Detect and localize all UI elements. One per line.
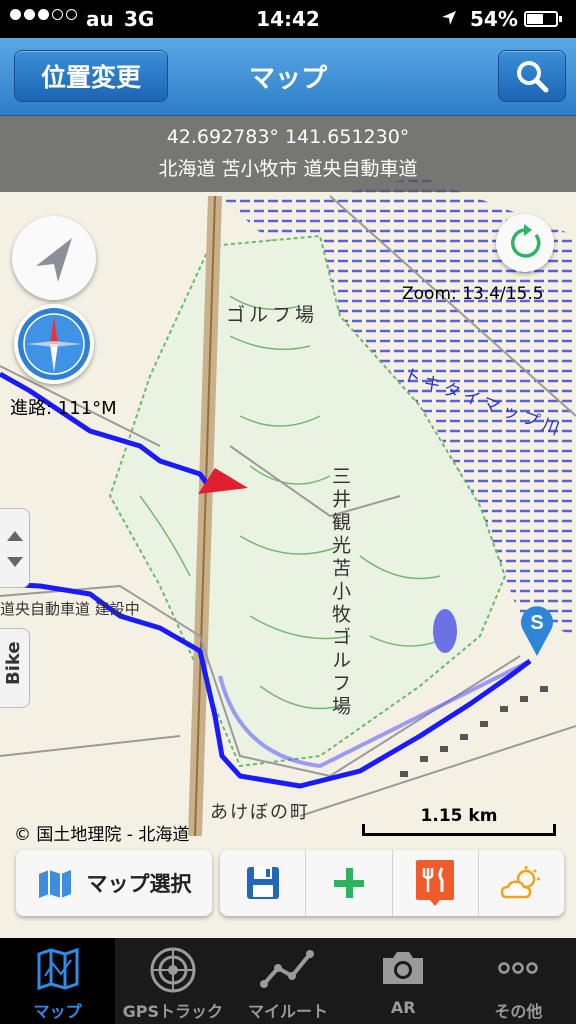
compass-icon [18,308,90,380]
status-bar: au 3G 14:42 54% [0,0,576,38]
map-copyright: © 国土地理院 - 北海道 [14,825,190,845]
more-icon [498,962,539,974]
battery-percent: 54% [470,7,518,31]
search-icon [517,61,549,93]
camera-icon [383,952,424,984]
pin-letter: S [530,612,543,634]
map-view[interactable]: 42.692783° 141.651230° 北海道 苫小牧市 道央自動車道 ゴ… [0,116,576,938]
tab-bar: マップ GPSトラック マイルート AR その他 [0,938,576,1024]
weather-button[interactable] [479,850,564,916]
navigation-bar: 位置変更 マップ [0,38,576,116]
zoom-level: Zoom: 13.4/15.5 [402,284,544,304]
battery-icon [524,11,562,27]
tab-ar[interactable]: AR [346,938,461,1024]
map-select-label: マップ選択 [86,872,192,896]
map-label-golf-course: 三井観光苫小牧ゴルフ場 [329,466,351,719]
scale-label: 1.15 km [420,806,498,826]
address: 北海道 苫小牧市 道央自動車道 [158,158,418,180]
map-icon [38,870,71,898]
save-icon [246,867,279,899]
refresh-button[interactable] [496,214,554,272]
restaurant-icon [416,860,455,906]
route-icon [260,950,314,988]
tab-my-route[interactable]: マイルート [230,938,345,1024]
tab-more-label: その他 [494,1002,543,1021]
map-label-akebono: あけぼの町 [210,802,310,823]
map-select-button[interactable]: マップ選択 [16,850,212,916]
tab-map[interactable]: マップ [0,938,116,1024]
save-button[interactable] [220,850,307,916]
tab-gps-track-label: GPSトラック [122,1002,223,1021]
location-info-bar: 42.692783° 141.651230° 北海道 苫小牧市 道央自動車道 [0,116,576,192]
map-label-construction: 道央自動車道 建設中 [0,600,140,618]
restaurant-button[interactable] [393,850,479,916]
compass-button[interactable] [14,304,94,384]
up-down-arrows-icon [7,531,23,567]
tab-gps-track[interactable]: GPSトラック [115,938,230,1024]
heading-readout: 進路: 111°M [10,398,117,419]
location-arrow-icon [36,238,72,282]
tab-my-route-label: マイルート [248,1002,329,1021]
refresh-icon [511,224,541,258]
bike-mode-label: Bike [3,641,24,685]
scale-bar: 1.15 km [360,804,558,838]
location-arrow-icon [442,11,456,25]
add-icon [333,868,364,898]
start-pin-icon[interactable]: S [518,600,556,658]
weather-icon [501,866,541,899]
change-location-button[interactable]: 位置変更 [14,50,168,102]
bike-mode-tab[interactable]: Bike [0,628,30,708]
radar-icon [150,947,196,993]
add-button[interactable] [306,850,393,916]
tab-ar-label: AR [390,998,416,1017]
coordinates: 42.692783° 141.651230° [166,126,410,148]
map-label-golf: ゴルフ場 [226,304,319,326]
tab-map-label: マップ [33,1002,82,1021]
current-location-button[interactable] [12,216,96,300]
tab-more[interactable]: その他 [461,938,576,1024]
scroll-toggle-tab[interactable] [0,508,30,588]
map-icon [37,947,79,991]
map-action-group [220,850,564,916]
search-button[interactable] [498,50,566,102]
